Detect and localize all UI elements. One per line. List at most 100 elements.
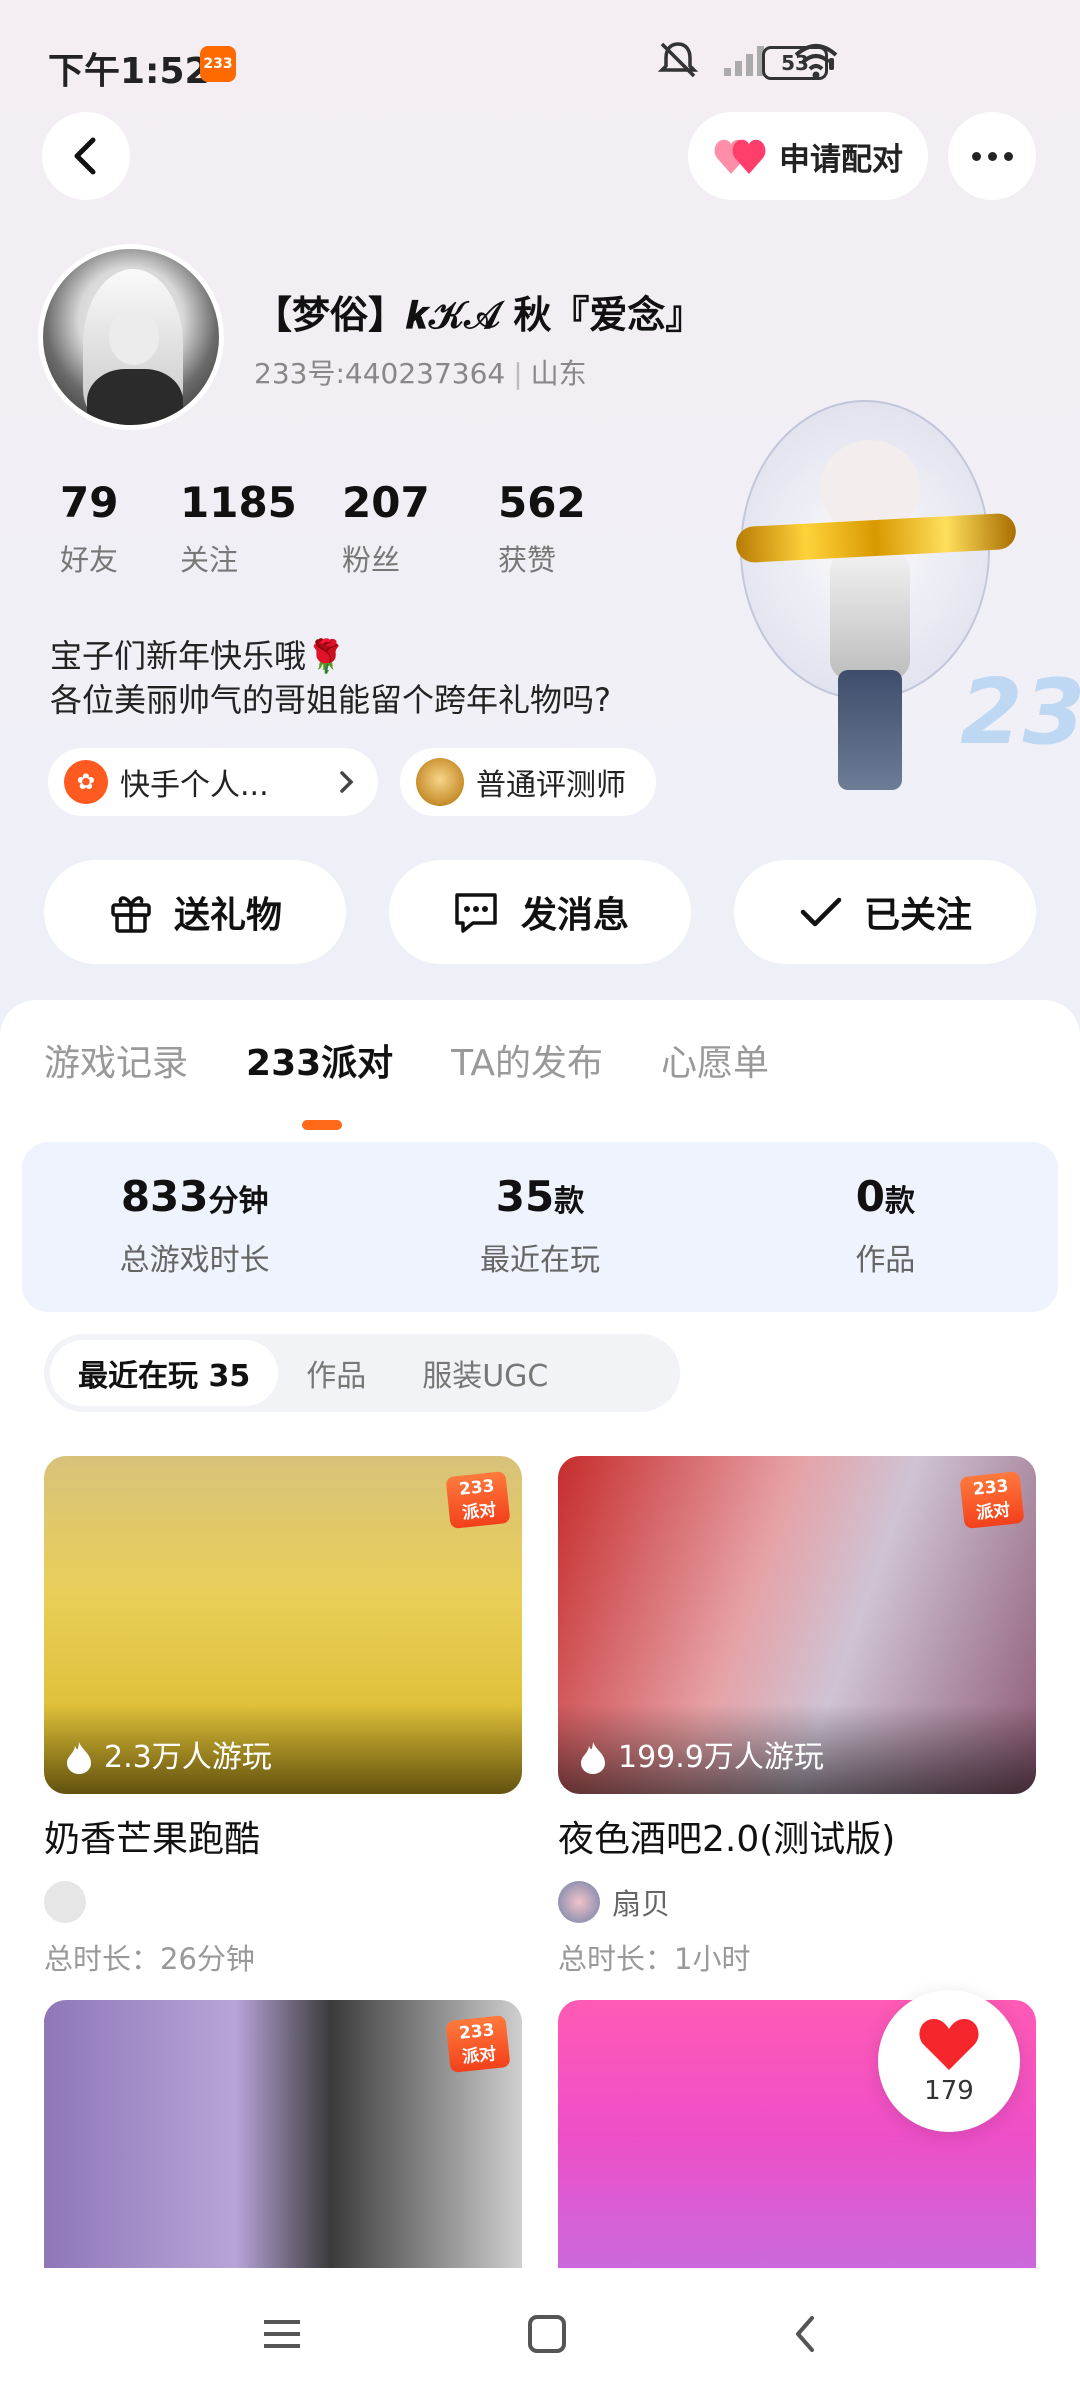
send-message-label: 发消息 — [520, 895, 629, 936]
chevron-right-icon — [340, 771, 354, 793]
author-avatar — [558, 1881, 600, 1923]
back-button[interactable] — [42, 112, 130, 200]
back-arrow-icon — [74, 137, 96, 175]
stat-value: 79 — [60, 478, 119, 527]
bio-line: 宝子们新年快乐哦🌹 — [50, 637, 346, 675]
game-filter-tabs: 最近在玩 35 作品 服装UGC — [44, 1334, 680, 1412]
stat-friends[interactable]: 79 好友 — [60, 478, 180, 579]
profile-stats: 79 好友 1185 关注 207 粉丝 562 获赞 — [60, 478, 650, 579]
apply-pair-label: 申请配对 — [779, 141, 903, 178]
summary-recent-games: 35款 最近在玩 — [367, 1142, 712, 1312]
stat-value: 1185 — [180, 478, 297, 527]
party-badge: 233 派对 — [445, 2015, 511, 2073]
subtab-outfit-ugc[interactable]: 服装UGC — [394, 1340, 576, 1406]
summary-unit: 款 — [554, 1184, 585, 1219]
tag-label: 快手个人... — [120, 768, 269, 803]
user-nickname: 【梦俗】𝒌𝒦𝒜 秋『爱念』 — [254, 293, 704, 337]
stat-following[interactable]: 1185 关注 — [180, 478, 342, 579]
user-id-line: 233号:440237364 | 山东 — [254, 352, 587, 392]
stat-value: 207 — [342, 478, 430, 527]
reviewer-tag[interactable]: 普通评测师 — [400, 748, 656, 816]
summary-works: 0款 作品 — [713, 1142, 1058, 1312]
summary-value: 35 — [495, 1172, 555, 1221]
tab-wishlist[interactable]: 心愿单 — [661, 1034, 769, 1086]
home-icon[interactable] — [525, 2312, 569, 2356]
system-nav-bar — [0, 2268, 1080, 2400]
character-legs — [838, 670, 902, 790]
game-cover-image[interactable]: 233 派对 199.9万人游玩 — [558, 1456, 1036, 1794]
play-count: 199.9万人游玩 — [558, 1704, 1036, 1794]
double-heart-icon — [714, 139, 766, 174]
stat-fans[interactable]: 207 粉丝 — [342, 478, 498, 579]
send-message-button[interactable]: 发消息 — [389, 860, 691, 964]
stat-value: 562 — [498, 478, 586, 527]
followed-button[interactable]: 已关注 — [734, 860, 1036, 964]
flame-icon — [67, 1742, 91, 1774]
play-summary-panel: 833分钟 总游戏时长 35款 最近在玩 0款 作品 — [22, 1142, 1058, 1312]
stat-label: 关注 — [180, 543, 239, 577]
battery-indicator: 53 — [762, 46, 834, 80]
more-dot-icon — [987, 151, 997, 161]
tag-label: 普通评测师 — [476, 768, 626, 803]
party-badge: 233 派对 — [959, 1471, 1025, 1529]
game-card[interactable]: 233 派对 2.3万人游玩 奶香芒果跑酷 总时长：26分钟 — [44, 1456, 522, 1978]
stat-label: 好友 — [60, 543, 119, 577]
summary-unit: 分钟 — [208, 1184, 269, 1219]
more-dot-icon — [1003, 151, 1013, 161]
like-count: 179 — [924, 2076, 974, 2106]
figure-logo-text: 233 — [960, 660, 1080, 765]
user-id[interactable]: 233号:440237364 — [254, 357, 505, 390]
play-duration: 总时长：26分钟 — [44, 1942, 255, 1976]
mute-icon — [657, 42, 699, 78]
game-author — [44, 1880, 522, 1924]
stat-likes[interactable]: 562 获赞 — [498, 478, 650, 579]
user-region: 山东 — [530, 357, 587, 390]
summary-unit: 款 — [884, 1184, 915, 1219]
bio-line: 各位美丽帅气的哥姐能留个跨年礼物吗? — [50, 681, 611, 719]
tab-233-party[interactable]: 233派对 — [246, 1034, 393, 1130]
send-gift-button[interactable]: 送礼物 — [44, 860, 346, 964]
user-avatar[interactable] — [38, 244, 224, 430]
play-count-text: 2.3万人游玩 — [104, 1740, 272, 1775]
play-count: 2.3万人游玩 — [44, 1704, 522, 1794]
summary-label: 总游戏时长 — [119, 1243, 270, 1278]
stat-label: 粉丝 — [342, 543, 401, 577]
avatar-character-figure[interactable]: 233 — [720, 360, 1080, 830]
status-bar: 下午1:52 233 53 — [0, 0, 1080, 130]
divider: | — [513, 357, 523, 390]
tab-game-records[interactable]: 游戏记录 — [44, 1034, 188, 1086]
gift-icon — [111, 896, 151, 933]
stat-label: 获赞 — [498, 543, 557, 577]
flame-icon — [581, 1742, 605, 1774]
game-title: 夜色酒吧2.0(测试版) — [558, 1819, 896, 1860]
summary-label: 最近在玩 — [479, 1243, 600, 1278]
kuaishou-icon: ✿ — [64, 760, 108, 804]
user-bio: 宝子们新年快乐哦🌹 各位美丽帅气的哥姐能留个跨年礼物吗? — [50, 634, 611, 722]
play-duration: 总时长：1小时 — [558, 1942, 751, 1976]
game-card[interactable]: 233 派对 199.9万人游玩 夜色酒吧2.0(测试版) 扇贝 总时长：1小时 — [558, 1456, 1036, 1978]
summary-label: 作品 — [855, 1243, 916, 1278]
subtab-works[interactable]: 作品 — [278, 1340, 394, 1406]
game-title: 奶香芒果跑酷 — [44, 1819, 261, 1860]
summary-value: 833 — [120, 1172, 209, 1221]
status-time: 下午1:52 — [48, 51, 210, 92]
subtab-recent-played[interactable]: 最近在玩 35 — [50, 1340, 279, 1406]
profile-tabs: 游戏记录 233派对 TA的发布 心愿单 — [44, 1034, 769, 1130]
game-cover-image[interactable]: 233 派对 2.3万人游玩 — [44, 1456, 522, 1794]
summary-total-playtime: 833分钟 总游戏时长 — [22, 1142, 367, 1312]
apply-pair-button[interactable]: 申请配对 — [688, 112, 928, 200]
summary-value: 0 — [855, 1172, 885, 1221]
more-dot-icon — [971, 151, 981, 161]
like-button[interactable]: 179 — [878, 1990, 1020, 2132]
reviewer-badge-icon — [416, 758, 464, 806]
tab-posts[interactable]: TA的发布 — [451, 1034, 603, 1086]
more-options-button[interactable] — [948, 112, 1036, 200]
heart-icon — [919, 2019, 979, 2070]
kuaishou-profile-tag[interactable]: ✿ 快手个人... — [48, 748, 378, 816]
chat-bubble-icon — [455, 893, 497, 933]
menu-icon[interactable] — [260, 2314, 304, 2354]
system-back-icon[interactable] — [790, 2312, 820, 2356]
author-avatar — [44, 1881, 86, 1923]
author-name[interactable]: 扇贝 — [612, 1881, 670, 1923]
app-notification-badge: 233 — [200, 46, 236, 82]
